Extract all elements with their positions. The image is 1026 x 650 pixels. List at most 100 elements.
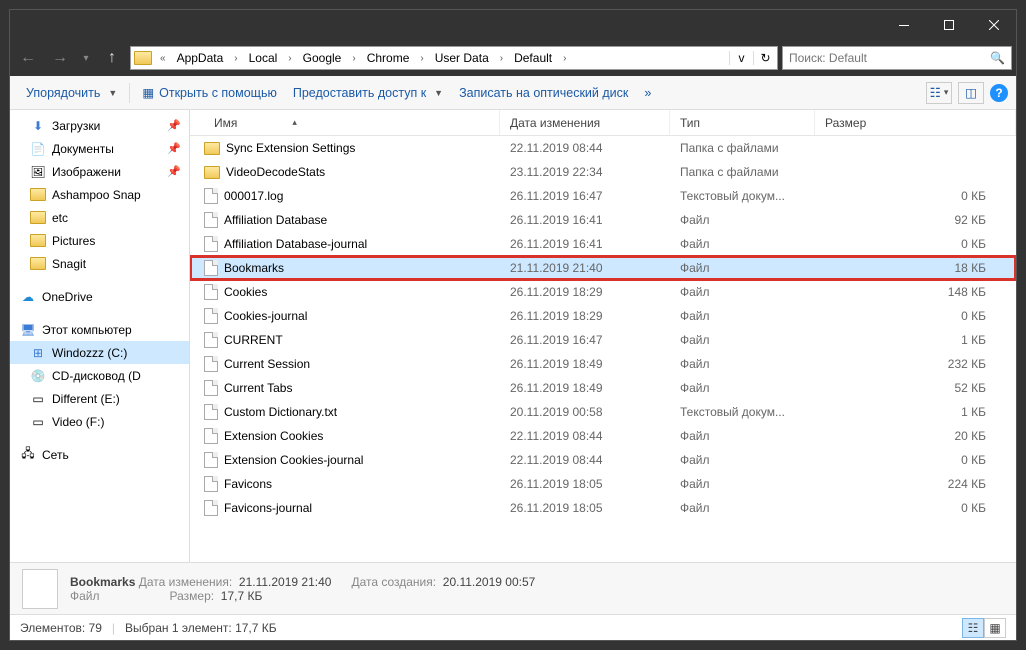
drive-icon: ▭ bbox=[30, 415, 46, 429]
file-type: Файл bbox=[670, 477, 815, 491]
file-icon bbox=[204, 188, 218, 204]
preview-pane-button[interactable]: ◫ bbox=[958, 82, 984, 104]
tree-this-pc[interactable]: 🖥Этот компьютер bbox=[10, 318, 189, 341]
file-date: 22.11.2019 08:44 bbox=[500, 429, 670, 443]
onedrive-icon: ☁ bbox=[20, 290, 36, 304]
view-mode-button[interactable]: ☷▾ bbox=[926, 82, 952, 104]
tree-drive-c[interactable]: ⊞Windozzz (C:) bbox=[10, 341, 189, 364]
maximize-button[interactable] bbox=[926, 10, 971, 40]
share-menu[interactable]: Предоставить доступ к▼ bbox=[285, 82, 451, 104]
breadcrumb-item[interactable]: Chrome bbox=[361, 47, 416, 69]
forward-button[interactable]: → bbox=[46, 44, 74, 72]
file-size: 148 КБ bbox=[815, 285, 1016, 299]
breadcrumb-item[interactable]: Default bbox=[508, 47, 558, 69]
tree-cd[interactable]: 💿CD-дисковод (D bbox=[10, 364, 189, 387]
titlebar[interactable] bbox=[10, 10, 1016, 40]
file-date: 26.11.2019 16:47 bbox=[500, 189, 670, 203]
file-row[interactable]: Sync Extension Settings22.11.2019 08:44П… bbox=[190, 136, 1016, 160]
file-icon bbox=[204, 452, 218, 468]
file-icon bbox=[204, 380, 218, 396]
breadcrumb-item[interactable]: AppData bbox=[171, 47, 230, 69]
tree-onedrive[interactable]: ☁OneDrive bbox=[10, 285, 189, 308]
file-row[interactable]: Extension Cookies22.11.2019 08:44Файл20 … bbox=[190, 424, 1016, 448]
details-pane: Bookmarks Дата изменения: 21.11.2019 21:… bbox=[10, 562, 1016, 614]
file-row[interactable]: Extension Cookies-journal22.11.2019 08:4… bbox=[190, 448, 1016, 472]
file-name: Current Session bbox=[224, 357, 310, 371]
pictures-icon: 🖼 bbox=[30, 165, 46, 179]
search-box[interactable]: 🔍 bbox=[782, 46, 1012, 70]
refresh-button[interactable]: ↻ bbox=[753, 51, 777, 65]
up-button[interactable]: ↑ bbox=[98, 44, 126, 72]
tree-pictures[interactable]: Pictures bbox=[10, 229, 189, 252]
organize-menu[interactable]: Упорядочить▼ bbox=[18, 82, 125, 104]
file-name: CURRENT bbox=[224, 333, 283, 347]
breadcrumb-item[interactable]: User Data bbox=[429, 47, 495, 69]
drive-icon: ▭ bbox=[30, 392, 46, 406]
file-date: 21.11.2019 21:40 bbox=[500, 261, 670, 275]
icons-view-button[interactable]: ▦ bbox=[984, 618, 1006, 638]
folder-icon bbox=[204, 166, 220, 179]
address-bar: ← → ▾ ↑ « AppData› Local› Google› Chrome… bbox=[10, 40, 1016, 76]
file-row[interactable]: Affiliation Database-journal26.11.2019 1… bbox=[190, 232, 1016, 256]
open-with-button[interactable]: ▦Открыть с помощью bbox=[134, 81, 285, 104]
file-size: 1 КБ bbox=[815, 405, 1016, 419]
file-row[interactable]: CURRENT26.11.2019 16:47Файл1 КБ bbox=[190, 328, 1016, 352]
help-button[interactable]: ? bbox=[990, 84, 1008, 102]
toolbar-overflow[interactable]: » bbox=[636, 82, 659, 104]
tree-snagit[interactable]: Snagit bbox=[10, 252, 189, 275]
minimize-button[interactable] bbox=[881, 10, 926, 40]
file-row[interactable]: Current Session26.11.2019 18:49Файл232 К… bbox=[190, 352, 1016, 376]
address-dropdown[interactable]: v bbox=[729, 51, 753, 65]
column-type[interactable]: Тип bbox=[670, 110, 815, 135]
file-list[interactable]: Sync Extension Settings22.11.2019 08:44П… bbox=[190, 136, 1016, 562]
file-type: Папка с файлами bbox=[670, 165, 815, 179]
file-row[interactable]: Favicons26.11.2019 18:05Файл224 КБ bbox=[190, 472, 1016, 496]
file-name: Extension Cookies-journal bbox=[224, 453, 363, 467]
tree-documents[interactable]: 📄Документы📌 bbox=[10, 137, 189, 160]
breadcrumb-item[interactable]: Local bbox=[243, 47, 284, 69]
search-input[interactable] bbox=[789, 51, 990, 65]
details-view-button[interactable]: ☷ bbox=[962, 618, 984, 638]
file-row[interactable]: VideoDecodeStats23.11.2019 22:34Папка с … bbox=[190, 160, 1016, 184]
file-row[interactable]: Cookies26.11.2019 18:29Файл148 КБ bbox=[190, 280, 1016, 304]
column-name[interactable]: Имя▴ bbox=[190, 110, 500, 135]
file-date: 26.11.2019 18:05 bbox=[500, 477, 670, 491]
file-row[interactable]: Cookies-journal26.11.2019 18:29Файл0 КБ bbox=[190, 304, 1016, 328]
tree-drive-f[interactable]: ▭Video (F:) bbox=[10, 410, 189, 433]
file-size: 20 КБ bbox=[815, 429, 1016, 443]
burn-button[interactable]: Записать на оптический диск bbox=[451, 82, 636, 104]
search-icon[interactable]: 🔍 bbox=[990, 51, 1005, 65]
file-name: Custom Dictionary.txt bbox=[224, 405, 337, 419]
file-size: 92 КБ bbox=[815, 213, 1016, 227]
file-thumbnail bbox=[22, 569, 58, 609]
file-row[interactable]: Bookmarks21.11.2019 21:40Файл18 КБ bbox=[190, 256, 1016, 280]
file-icon bbox=[204, 500, 218, 516]
tree-drive-e[interactable]: ▭Different (E:) bbox=[10, 387, 189, 410]
breadcrumb-overflow[interactable]: « bbox=[155, 53, 171, 64]
file-icon bbox=[204, 260, 218, 276]
status-item-count: Элементов: 79 bbox=[20, 621, 102, 635]
file-row[interactable]: 000017.log26.11.2019 16:47Текстовый доку… bbox=[190, 184, 1016, 208]
back-button[interactable]: ← bbox=[14, 44, 42, 72]
file-row[interactable]: Current Tabs26.11.2019 18:49Файл52 КБ bbox=[190, 376, 1016, 400]
tree-etc[interactable]: etc bbox=[10, 206, 189, 229]
breadcrumb-item[interactable]: Google bbox=[297, 47, 348, 69]
app-icon: ▦ bbox=[142, 85, 154, 100]
tree-downloads[interactable]: ⬇Загрузки📌 bbox=[10, 114, 189, 137]
navigation-tree[interactable]: ⬇Загрузки📌 📄Документы📌 🖼Изображени📌 Asha… bbox=[10, 110, 190, 562]
column-size[interactable]: Размер bbox=[815, 110, 1016, 135]
tree-ashampoo[interactable]: Ashampoo Snap bbox=[10, 183, 189, 206]
breadcrumb[interactable]: « AppData› Local› Google› Chrome› User D… bbox=[130, 46, 778, 70]
file-row[interactable]: Custom Dictionary.txt20.11.2019 00:58Тек… bbox=[190, 400, 1016, 424]
history-dropdown[interactable]: ▾ bbox=[78, 44, 94, 72]
file-row[interactable]: Affiliation Database26.11.2019 16:41Файл… bbox=[190, 208, 1016, 232]
close-button[interactable] bbox=[971, 10, 1016, 40]
tree-images-lib[interactable]: 🖼Изображени📌 bbox=[10, 160, 189, 183]
tree-network[interactable]: 🖧Сеть bbox=[10, 443, 189, 466]
column-date[interactable]: Дата изменения bbox=[500, 110, 670, 135]
file-row[interactable]: Favicons-journal26.11.2019 18:05Файл0 КБ bbox=[190, 496, 1016, 520]
file-name: Cookies bbox=[224, 285, 267, 299]
file-icon bbox=[204, 332, 218, 348]
file-icon bbox=[204, 404, 218, 420]
file-icon bbox=[204, 212, 218, 228]
